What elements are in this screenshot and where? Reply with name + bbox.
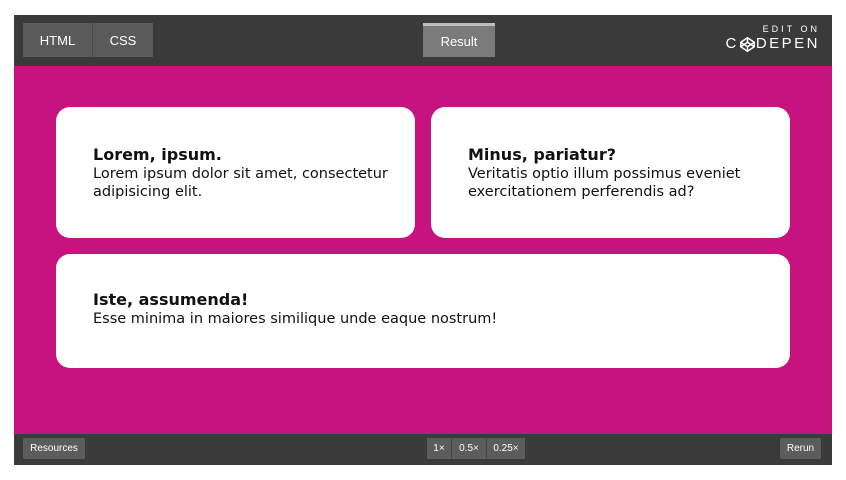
tab-css[interactable]: CSS	[93, 23, 153, 57]
edit-on-codepen-link[interactable]: EDIT ON C DEPEN	[725, 24, 820, 53]
zoom-05x-button[interactable]: 0.5×	[452, 438, 487, 459]
edit-on-label: EDIT ON	[762, 24, 820, 34]
bottom-bar: Resources 1× 0.5× 0.25× Rerun	[14, 434, 832, 465]
codepen-logo-prefix: C	[725, 35, 739, 52]
card-1: Lorem, ipsum. Lorem ipsum dolor sit amet…	[56, 107, 415, 238]
card-3-text: Esse minima in maiores similique unde ea…	[93, 311, 498, 327]
tab-html[interactable]: HTML	[23, 23, 93, 57]
card-3-title: Iste, assumenda!	[93, 290, 249, 309]
zoom-button-group: 1× 0.5× 0.25×	[427, 438, 525, 459]
zoom-1x-button[interactable]: 1×	[427, 438, 452, 459]
codepen-logo: C DEPEN	[725, 35, 820, 53]
codepen-cube-icon	[739, 36, 755, 52]
resources-button[interactable]: Resources	[23, 438, 85, 459]
card-2-text: Veritatis optio illum possimus eveniet e…	[468, 166, 741, 200]
card-1-title: Lorem, ipsum.	[93, 145, 222, 164]
card-2: Minus, pariatur? Veritatis optio illum p…	[431, 107, 790, 238]
tab-result[interactable]: Result	[423, 23, 495, 57]
result-preview: Lorem, ipsum. Lorem ipsum dolor sit amet…	[14, 66, 832, 434]
top-bar: HTML CSS Result EDIT ON C DEPEN	[14, 15, 832, 66]
rerun-button[interactable]: Rerun	[780, 438, 821, 459]
editor-tab-group: HTML CSS	[23, 23, 153, 57]
zoom-025x-button[interactable]: 0.25×	[487, 438, 525, 459]
card-3: Iste, assumenda! Esse minima in maiores …	[56, 254, 790, 368]
codepen-embed: HTML CSS Result EDIT ON C DEPEN Lorem, i…	[14, 15, 832, 465]
card-2-title: Minus, pariatur?	[468, 145, 616, 164]
card-1-text: Lorem ipsum dolor sit amet, consectetur …	[93, 166, 388, 200]
codepen-logo-suffix: DEPEN	[755, 35, 820, 52]
